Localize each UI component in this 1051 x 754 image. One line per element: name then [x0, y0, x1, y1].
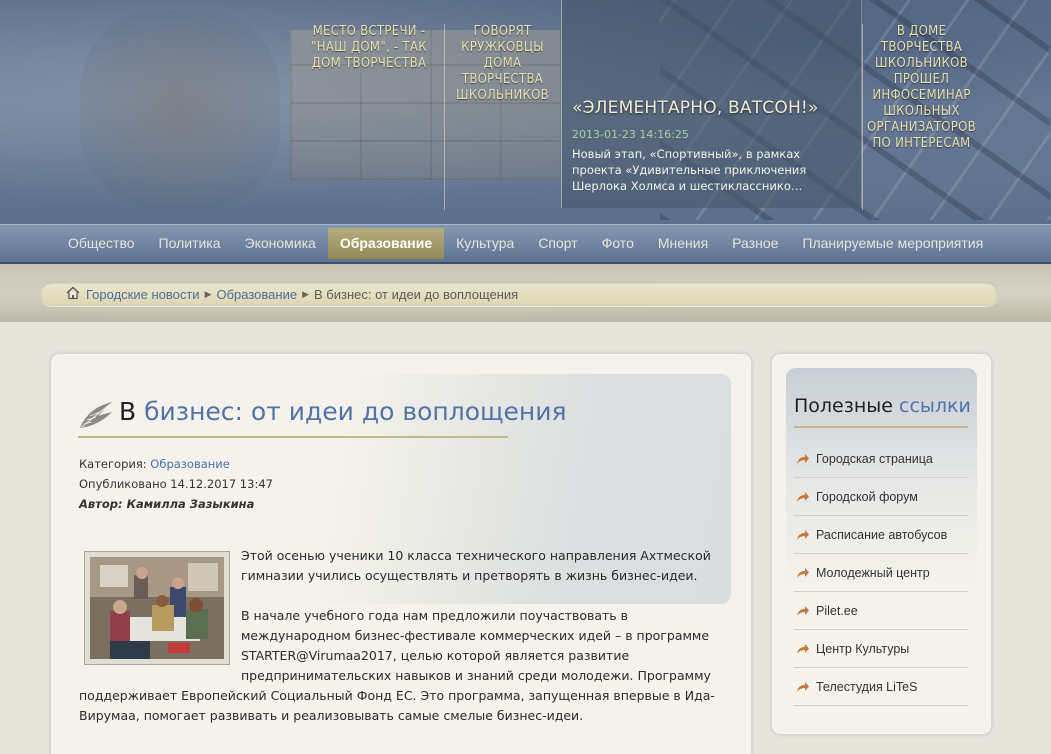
- useful-links-panel: Полезные ссылки Городская страница Город…: [772, 354, 991, 734]
- link-city-page[interactable]: Городская страница: [794, 440, 968, 478]
- header-teaser-4[interactable]: В ДОМЕ ТВОРЧЕСТВА ШКОЛЬНИКОВ ПРОШЕЛ ИНФО…: [862, 24, 980, 210]
- header-teaser-2[interactable]: ГОВОРЯТ КРУЖКОВЦЫ ДОМА ТВОРЧЕСТВА ШКОЛЬН…: [444, 24, 560, 210]
- article-title: В бизнес: от идеи до воплощения: [119, 397, 567, 426]
- category-link[interactable]: Образование: [150, 457, 230, 471]
- breadcrumb-home-link[interactable]: Городские новости: [86, 287, 200, 302]
- link-bus-schedule[interactable]: Расписание автобусов: [794, 516, 968, 554]
- nav-item-economy[interactable]: Экономика: [233, 228, 328, 259]
- article-panel: В бизнес: от идеи до воплощения Категори…: [51, 354, 751, 754]
- article-title-prefix: В: [119, 397, 137, 426]
- nav-item-events[interactable]: Планируемые мероприятия: [790, 228, 995, 259]
- article-photo[interactable]: [84, 551, 230, 665]
- curved-arrow-icon: [797, 567, 809, 578]
- breadcrumb: Городские новости ▶ Образование ▶ В бизн…: [40, 282, 998, 306]
- breadcrumb-section-link[interactable]: Образование: [217, 287, 298, 302]
- link-city-forum[interactable]: Городской форум: [794, 478, 968, 516]
- curved-arrow-icon: [797, 681, 809, 692]
- link-youth-center[interactable]: Молодежный центр: [794, 554, 968, 592]
- nav-item-society[interactable]: Общество: [56, 228, 147, 259]
- sidebar-title-prefix: Полезные: [794, 395, 893, 417]
- monument-image: [80, 10, 280, 210]
- sidebar-title: Полезные ссылки: [794, 395, 971, 417]
- feather-icon: [80, 402, 112, 428]
- header-feature[interactable]: «ЭЛЕМЕНТАРНО, ВАТСОН!» 2013-01-23 14:16:…: [561, 0, 862, 208]
- article-title-bar: В бизнес: от идеи до воплощения: [78, 394, 567, 438]
- link-culture-center[interactable]: Центр Культуры: [794, 630, 968, 668]
- chevron-right-icon: ▶: [302, 288, 309, 299]
- site-header: МЕСТО ВСТРЕЧИ - "НАШ ДОМ", - ТАК ДОМ ТВО…: [0, 0, 1051, 230]
- link-tv-studio[interactable]: Телестудия LiTeS: [794, 668, 968, 706]
- header-teaser-1-text: МЕСТО ВСТРЕЧИ - "НАШ ДОМ", - ТАК ДОМ ТВО…: [311, 24, 427, 71]
- link-label: Центр Культуры: [816, 641, 910, 656]
- link-label: Городская страница: [816, 451, 933, 466]
- breadcrumb-bar: Городские новости ▶ Образование ▶ В бизн…: [0, 264, 1051, 322]
- feature-title[interactable]: «ЭЛЕМЕНТАРНО, ВАТСОН!»: [572, 98, 851, 118]
- feature-date: 2013-01-23 14:16:25: [572, 128, 689, 141]
- link-label: Городской форум: [816, 489, 918, 504]
- sidebar-title-highlight: ссылки: [899, 395, 971, 417]
- category-label: Категория:: [79, 457, 147, 471]
- article-title-highlight: бизнес: от идеи до воплощения: [144, 397, 567, 426]
- link-label: Расписание автобусов: [816, 527, 948, 542]
- curved-arrow-icon: [797, 529, 809, 540]
- useful-links-list: Городская страница Городской форум Распи…: [794, 440, 968, 706]
- sidebar-divider: [794, 426, 968, 428]
- nav-item-culture[interactable]: Культура: [444, 228, 526, 259]
- link-pilet[interactable]: Pilet.ee: [794, 592, 968, 630]
- link-label: Молодежный центр: [816, 565, 930, 580]
- feature-text: Новый этап, «Спортивный», в рамках проек…: [572, 147, 807, 193]
- chevron-right-icon: ▶: [204, 288, 212, 299]
- nav-item-sport[interactable]: Спорт: [526, 228, 589, 259]
- header-teaser-1[interactable]: МЕСТО ВСТРЕЧИ - "НАШ ДОМ", - ТАК ДОМ ТВО…: [296, 24, 442, 72]
- curved-arrow-icon: [797, 491, 809, 502]
- curved-arrow-icon: [797, 643, 809, 654]
- link-label: Pilet.ee: [816, 603, 858, 618]
- nav-item-photo[interactable]: Фото: [590, 228, 646, 259]
- curved-arrow-icon: [797, 453, 809, 464]
- nav-item-opinions[interactable]: Мнения: [646, 228, 720, 259]
- breadcrumb-current: В бизнес: от идеи до воплощения: [314, 286, 519, 302]
- article-meta: Категория: Образование Опубликовано 14.1…: [79, 454, 273, 514]
- home-icon[interactable]: [66, 286, 80, 300]
- nav-item-misc[interactable]: Разное: [720, 228, 790, 259]
- main-nav: Общество Политика Экономика Образование …: [0, 224, 1051, 264]
- header-teaser-2-text: ГОВОРЯТ КРУЖКОВЦЫ ДОМА ТВОРЧЕСТВА ШКОЛЬН…: [456, 24, 549, 103]
- curved-arrow-icon: [797, 605, 809, 616]
- nav-item-politics[interactable]: Политика: [147, 228, 233, 259]
- classroom-photo: [90, 557, 224, 659]
- header-teaser-4-text: В ДОМЕ ТВОРЧЕСТВА ШКОЛЬНИКОВ ПРОШЕЛ ИНФО…: [867, 24, 976, 151]
- nav-item-education[interactable]: Образование: [327, 228, 445, 259]
- author: Автор: Камилла Зазыкина: [79, 497, 255, 511]
- published-date: Опубликовано 14.12.2017 13:47: [79, 477, 273, 491]
- link-label: Телестудия LiTeS: [816, 679, 918, 694]
